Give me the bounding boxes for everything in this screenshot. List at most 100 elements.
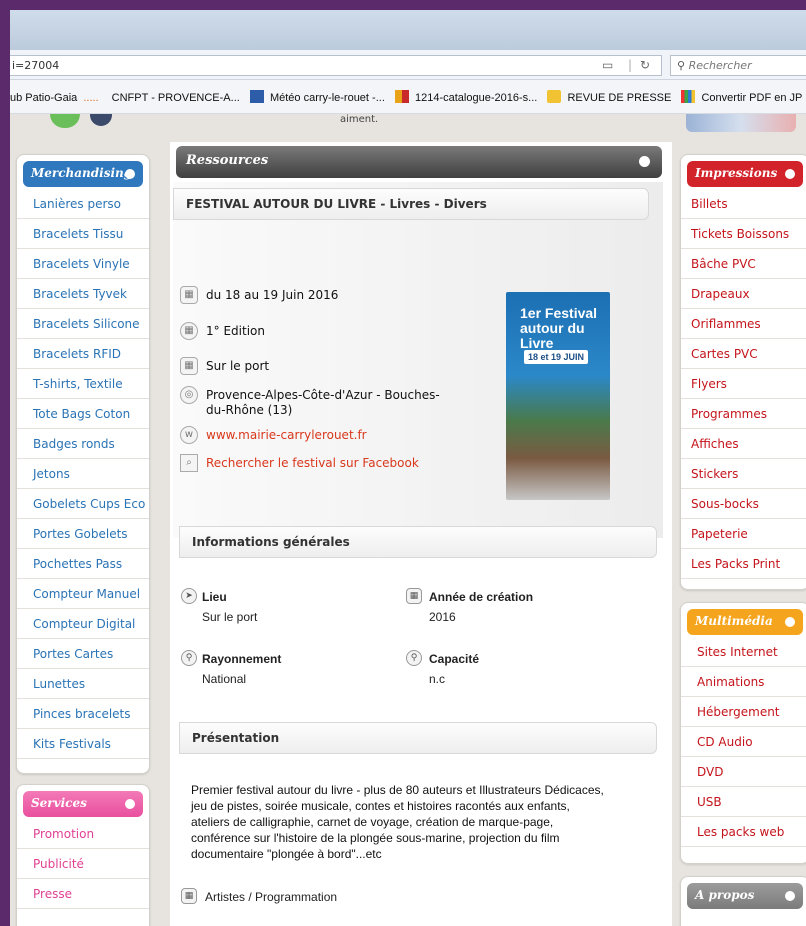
globe-icon: ◎ bbox=[180, 386, 198, 404]
event-edition: ▦ 1° Edition bbox=[180, 322, 265, 340]
presentation-text: Premier festival autour du livre - plus … bbox=[191, 783, 604, 861]
merchandising-item[interactable]: Badges ronds bbox=[17, 429, 149, 459]
capacite-label: Capacité bbox=[429, 652, 480, 666]
merchandising-item[interactable]: Compteur Digital bbox=[17, 609, 149, 639]
impressions-item[interactable]: Stickers bbox=[681, 459, 806, 489]
apropos-header: A propos bbox=[687, 883, 803, 909]
event-title: FESTIVAL AUTOUR DU LIVRE - Livres - Dive… bbox=[173, 188, 649, 220]
multimedia-item[interactable]: USB bbox=[681, 787, 806, 817]
bookmark-item[interactable]: Météo carry-le-rouet -... bbox=[249, 90, 385, 104]
impressions-item[interactable]: Oriflammes bbox=[681, 309, 806, 339]
bookmark-item[interactable]: REVUE DE PRESSE bbox=[547, 90, 671, 104]
search-input[interactable]: ⚲ Rechercher bbox=[670, 55, 806, 76]
impressions-item[interactable]: Billets bbox=[681, 189, 806, 219]
merchandising-item[interactable]: Compteur Manuel bbox=[17, 579, 149, 609]
top-text-fragment: aiment. bbox=[340, 114, 379, 125]
impressions-sidebar: Impressions Billets Tickets Boissons Bâche… bbox=[680, 154, 806, 590]
merchandising-item[interactable]: Bracelets RFID bbox=[17, 339, 149, 369]
impressions-item[interactable]: Tickets Boissons bbox=[681, 219, 806, 249]
impressions-item[interactable]: Flyers bbox=[681, 369, 806, 399]
bullet-icon bbox=[785, 617, 795, 627]
facebook-search-link[interactable]: Rechercher le festival sur Facebook bbox=[206, 456, 419, 470]
merchandising-item[interactable]: Kits Festivals bbox=[17, 729, 149, 759]
logo-fragment-icon bbox=[50, 114, 80, 128]
festival-poster[interactable]: 1er Festival autour du Livre 18 et 19 JU… bbox=[506, 292, 610, 500]
merchandising-item[interactable]: Bracelets Tissu bbox=[17, 219, 149, 249]
url-input[interactable]: i=27004 ▭ | ↻ bbox=[10, 55, 662, 76]
multimedia-item[interactable]: DVD bbox=[681, 757, 806, 787]
folder-icon bbox=[547, 90, 562, 103]
search-icon: ⚲ bbox=[677, 59, 686, 72]
merchandising-item[interactable]: Portes Cartes bbox=[17, 639, 149, 669]
bookmark-item[interactable]: 1214-catalogue-2016-s... bbox=[394, 90, 537, 104]
website-link[interactable]: www.mairie-carrylerouet.fr bbox=[206, 428, 367, 442]
impressions-item[interactable]: Affiches bbox=[681, 429, 806, 459]
merchandising-item[interactable]: T-shirts, Textile bbox=[17, 369, 149, 399]
multimedia-sidebar: Multimédia Sites Internet Animations Héber… bbox=[680, 602, 806, 864]
magnifier-icon: ⚲ bbox=[406, 650, 422, 666]
main-content: Ressources FESTIVAL AUTOUR DU LIVRE - Li… bbox=[170, 142, 672, 926]
annee-label: Année de création bbox=[429, 590, 534, 604]
impressions-list: Billets Tickets Boissons Bâche PVC Drapeaux… bbox=[681, 189, 806, 579]
merchandising-item[interactable]: Lanières perso bbox=[17, 189, 149, 219]
event-summary: FESTIVAL AUTOUR DU LIVRE - Livres - Dive… bbox=[173, 182, 663, 538]
services-item[interactable]: Publicité bbox=[17, 849, 149, 879]
merchandising-item[interactable]: Tote Bags Coton bbox=[17, 399, 149, 429]
calendar-icon: ▦ bbox=[180, 322, 198, 340]
merchandising-item[interactable]: Lunettes bbox=[17, 669, 149, 699]
multimedia-header: Multimédia bbox=[687, 609, 803, 635]
services-item[interactable]: Promotion bbox=[17, 819, 149, 849]
lieu-value: Sur le port bbox=[202, 610, 258, 624]
payment-cards-icon bbox=[686, 114, 796, 132]
converter-favicon-icon bbox=[681, 90, 696, 103]
multimedia-item[interactable]: Sites Internet bbox=[681, 637, 806, 667]
bookmark-item[interactable]: Convertir PDF en JP bbox=[681, 90, 802, 104]
impressions-item[interactable]: Papeterie bbox=[681, 519, 806, 549]
impressions-item[interactable]: Drapeaux bbox=[681, 279, 806, 309]
impressions-item[interactable]: Bâche PVC bbox=[681, 249, 806, 279]
merchandising-list: Lanières perso Bracelets Tissu Bracelets V… bbox=[17, 189, 149, 759]
impressions-item[interactable]: Sous-bocks bbox=[681, 489, 806, 519]
services-list: Promotion Publicité Presse bbox=[17, 819, 149, 909]
signpost-icon: ➤ bbox=[181, 588, 197, 604]
presentation-heading: Présentation bbox=[179, 722, 657, 754]
merchandising-item[interactable]: Portes Gobelets bbox=[17, 519, 149, 549]
merchandising-item[interactable]: Bracelets Tyvek bbox=[17, 279, 149, 309]
rayonnement-label: Rayonnement bbox=[202, 652, 282, 666]
merchandising-item[interactable]: Gobelets Cups Eco bbox=[17, 489, 149, 519]
multimedia-item[interactable]: Animations bbox=[681, 667, 806, 697]
impressions-item[interactable]: Cartes PVC bbox=[681, 339, 806, 369]
merchandising-header: Merchandising bbox=[23, 161, 143, 187]
merchandising-item[interactable]: Pochettes Pass bbox=[17, 549, 149, 579]
calendar-icon: ▦ bbox=[406, 588, 422, 604]
rayonnement-value: National bbox=[202, 672, 247, 686]
bullet-icon bbox=[125, 799, 135, 809]
services-item[interactable]: Presse bbox=[17, 879, 149, 909]
multimedia-list: Sites Internet Animations Hébergement CD Au… bbox=[681, 637, 806, 847]
bullet-icon bbox=[125, 169, 135, 179]
calendar-icon: ▦ bbox=[181, 888, 197, 904]
impressions-item[interactable]: Programmes bbox=[681, 399, 806, 429]
reload-icon[interactable]: ↻ bbox=[640, 58, 650, 72]
artistes-label: Artistes / Programmation bbox=[205, 890, 338, 904]
location-icon: ▦ bbox=[180, 357, 198, 375]
services-header: Services bbox=[23, 791, 143, 817]
multimedia-item[interactable]: CD Audio bbox=[681, 727, 806, 757]
bookmarks-bar: ub Patio-Gaia ..... CNFPT - PROVENCE-A..… bbox=[10, 80, 806, 114]
url-text: i=27004 bbox=[12, 59, 60, 72]
merchandising-item[interactable]: Pinces bracelets bbox=[17, 699, 149, 729]
merchandising-item[interactable]: Bracelets Vinyle bbox=[17, 249, 149, 279]
multimedia-item[interactable]: Hébergement bbox=[681, 697, 806, 727]
weather-favicon-icon bbox=[249, 90, 264, 103]
ressources-header: Ressources bbox=[176, 146, 662, 178]
merchandising-item[interactable]: Bracelets Silicone bbox=[17, 309, 149, 339]
lieu-label: Lieu bbox=[202, 590, 227, 604]
bookmark-item[interactable]: ub Patio-Gaia ..... bbox=[10, 92, 102, 104]
impressions-item[interactable]: Les Packs Print bbox=[681, 549, 806, 579]
reader-view-icon[interactable]: ▭ bbox=[602, 58, 613, 72]
bookmark-item[interactable]: CNFPT - PROVENCE-A... bbox=[112, 92, 240, 104]
merchandising-item[interactable]: Jetons bbox=[17, 459, 149, 489]
merchandising-sidebar: Merchandising Lanières perso Bracelets Ti… bbox=[16, 154, 150, 774]
multimedia-item[interactable]: Les packs web bbox=[681, 817, 806, 847]
event-region: ◎ Provence-Alpes-Côte-d'Azur - Bouches-d… bbox=[180, 386, 446, 418]
